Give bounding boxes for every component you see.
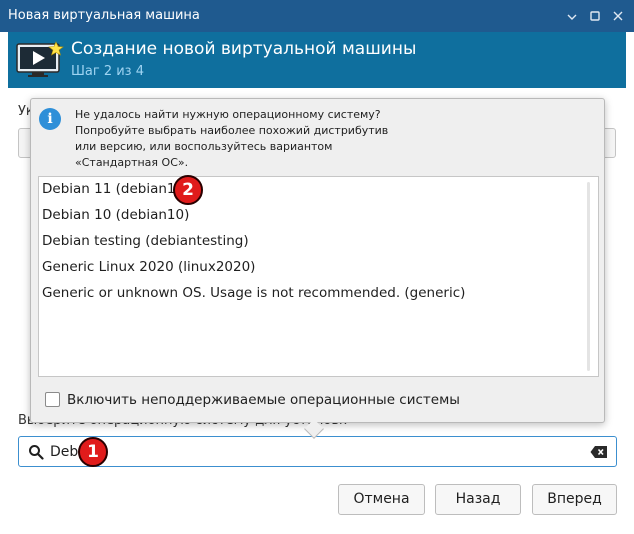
os-list: Debian 11 (debian11) Debian 10 (debian10…: [38, 176, 599, 377]
hint-line: «Стандартная ОС».: [75, 156, 189, 169]
clear-text-icon[interactable]: [590, 445, 608, 459]
os-list-scrollbar[interactable]: [587, 182, 590, 371]
unsupported-os-checkbox[interactable]: [45, 392, 60, 407]
step-indicator: Шаг 2 из 4: [71, 64, 144, 79]
os-list-item[interactable]: Debian testing (debiantesting): [42, 233, 249, 249]
page-title: Создание новой виртуальной машины: [71, 39, 417, 59]
maximize-icon[interactable]: [585, 6, 605, 26]
next-button[interactable]: Вперед: [532, 484, 617, 515]
os-list-item[interactable]: Generic or unknown OS. Usage is not reco…: [42, 285, 465, 301]
os-list-item[interactable]: Debian 10 (debian10): [42, 207, 189, 223]
os-list-item[interactable]: Debian 11 (debian11): [42, 181, 189, 197]
os-suggestion-popover: i Не удалось найти нужную операционному …: [30, 98, 605, 439]
os-list-item[interactable]: Generic Linux 2020 (linux2020): [42, 259, 255, 275]
hint-line: Не удалось найти нужную операционному си…: [75, 108, 381, 121]
hint-line: или версию, или воспользуйтесь вариантом: [75, 140, 333, 153]
unsupported-os-label: Включить неподдерживаемые операционные с…: [67, 392, 460, 408]
wizard-header: Создание новой виртуальной машины Шаг 2 …: [8, 32, 626, 88]
window-title: Новая виртуальная машина: [8, 8, 200, 23]
back-button[interactable]: Назад: [435, 484, 521, 515]
virtual-machine-icon: [16, 40, 66, 80]
os-hint-text: Не удалось найти нужную операционному си…: [75, 107, 388, 171]
annotation-badge-1: 1: [78, 437, 108, 467]
search-value: Deb: [50, 444, 79, 460]
close-icon[interactable]: [608, 6, 628, 26]
search-icon: [28, 444, 44, 460]
annotation-badge-2: 2: [173, 175, 203, 205]
minimize-icon[interactable]: [562, 6, 582, 26]
hint-line: Попробуйте выбрать наиболее похожий дист…: [75, 124, 389, 137]
info-icon: i: [39, 108, 61, 130]
window-titlebar: Новая виртуальная машина: [0, 0, 634, 32]
cancel-button[interactable]: Отмена: [338, 484, 425, 515]
